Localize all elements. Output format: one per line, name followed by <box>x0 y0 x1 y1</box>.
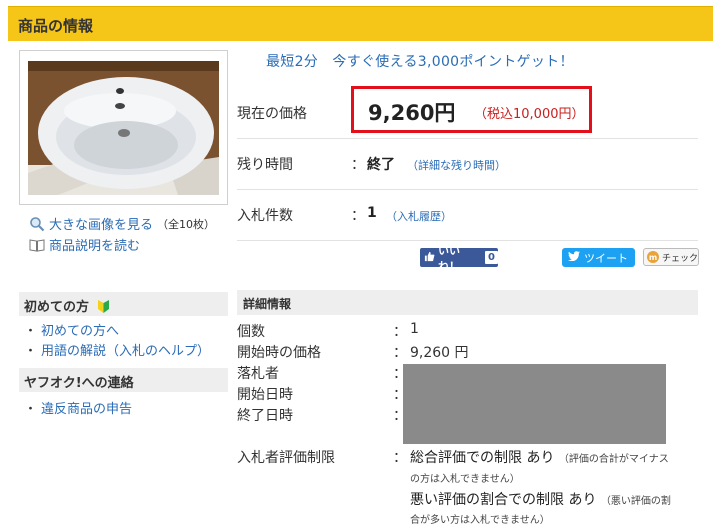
section-header: 商品の情報 <box>8 6 713 41</box>
divider <box>237 189 698 190</box>
time-left-value: 終了 <box>367 157 395 173</box>
view-large-image-link[interactable]: 大きな画像を見る （全10枚） <box>29 214 215 233</box>
section-title: 商品の情報 <box>18 17 94 35</box>
detail-colon: ： <box>393 324 407 340</box>
price-with-tax: （税込10,000円） <box>474 107 585 122</box>
price-label: 現在の価格 <box>237 106 307 122</box>
bad-rating-note-cont: 合が多い方は入札できません） <box>410 511 550 527</box>
sidebar-link-report[interactable]: ・違反商品の申告 <box>24 398 132 417</box>
overall-rating-note-cont-text: の方は入札できません） <box>410 474 520 485</box>
bad-rating-note: （悪い評価の割 <box>600 496 671 507</box>
time-colon: ： <box>351 157 365 173</box>
detail-label-start-price: 開始時の価格 <box>237 345 321 361</box>
detail-label-winner: 落札者 <box>237 366 279 382</box>
sidebar-link-glossary-label[interactable]: 用語の解説（入札のヘルプ） <box>41 344 210 359</box>
detail-colon: ： <box>393 345 407 361</box>
time-left-label: 残り時間 <box>237 157 293 173</box>
bad-rating-limit-text: 悪い評価の割合での制限 あり <box>410 492 597 508</box>
detail-label-start-date: 開始日時 <box>237 387 293 403</box>
thumbs-up-icon <box>424 251 435 265</box>
bid-count-label: 入札件数 <box>237 208 293 224</box>
book-icon <box>29 237 45 253</box>
read-description-label[interactable]: 商品説明を読む <box>49 235 140 254</box>
like-count: 0 <box>485 251 498 264</box>
product-photo[interactable] <box>28 61 219 195</box>
points-promo-link[interactable]: 最短2分 今すぐ使える3,000ポイントゲット！ <box>266 51 574 71</box>
overall-rating-note: （評価の合計がマイナス <box>558 454 669 465</box>
bid-colon: ： <box>351 208 365 224</box>
check-button[interactable]: m チェック <box>643 248 699 266</box>
detail-colon: ： <box>393 450 407 466</box>
detail-info-heading: 詳細情報 <box>237 290 698 315</box>
bid-history-link[interactable]: （入札履歴） <box>386 208 452 224</box>
divider <box>237 138 698 139</box>
bid-count-value: 1 <box>367 205 377 221</box>
bad-rating-limit: 悪い評価の割合での制限 あり （悪い評価の割 <box>410 489 671 509</box>
beginner-leaf-icon <box>97 299 110 318</box>
sidebar-link-beginner[interactable]: ・初めての方へ <box>24 320 119 339</box>
detail-label-quantity: 個数 <box>237 324 265 340</box>
read-description-link[interactable]: 商品説明を読む <box>29 235 140 254</box>
sidebar-link-glossary[interactable]: ・用語の解説（入札のヘルプ） <box>24 340 210 359</box>
tweet-button[interactable]: ツイート <box>562 248 635 267</box>
contact-title: ヤフオク!への連絡 <box>24 376 134 391</box>
sidebar-link-beginner-label[interactable]: 初めての方へ <box>41 324 119 339</box>
view-large-label[interactable]: 大きな画像を見る <box>49 214 153 233</box>
bidder-rating-limit-link[interactable]: 入札者評価制限 <box>237 447 335 467</box>
current-price: 9,260円 <box>368 101 456 125</box>
magnifier-icon <box>29 216 45 232</box>
overall-rating-note-cont: の方は入札できません） <box>410 470 520 486</box>
mixi-check-icon: m <box>647 251 659 263</box>
beginner-heading: 初めての方 <box>19 292 228 316</box>
overall-rating-limit-text: 総合評価での制限 あり <box>410 450 555 466</box>
facebook-like-button[interactable]: いいね！ 0 <box>420 244 498 273</box>
overall-rating-limit: 総合評価での制限 あり （評価の合計がマイナス <box>410 447 669 467</box>
product-photo-frame[interactable] <box>19 50 228 205</box>
detail-value-start-price: 9,260 円 <box>410 345 469 361</box>
detailed-time-link[interactable]: （詳細な残り時間） <box>407 157 506 173</box>
contact-heading: ヤフオク!への連絡 <box>19 368 228 392</box>
bad-rating-note-cont-text: 合が多い方は入札できません） <box>410 515 550 526</box>
sink-image <box>28 61 219 195</box>
sidebar-link-report-label[interactable]: 違反商品の申告 <box>41 402 132 417</box>
detail-label-end-date: 終了日時 <box>237 408 293 424</box>
price-box: 9,260円 （税込10,000円） <box>351 86 592 133</box>
redacted-block <box>403 364 666 444</box>
check-label: チェック <box>662 253 699 264</box>
image-count: （全10枚） <box>157 217 216 231</box>
beginner-title: 初めての方 <box>24 300 90 315</box>
detail-value-quantity: 1 <box>410 321 419 337</box>
twitter-bird-icon <box>568 251 580 264</box>
tweet-label: ツイート <box>584 251 628 265</box>
like-label: いいね！ <box>438 243 460 273</box>
